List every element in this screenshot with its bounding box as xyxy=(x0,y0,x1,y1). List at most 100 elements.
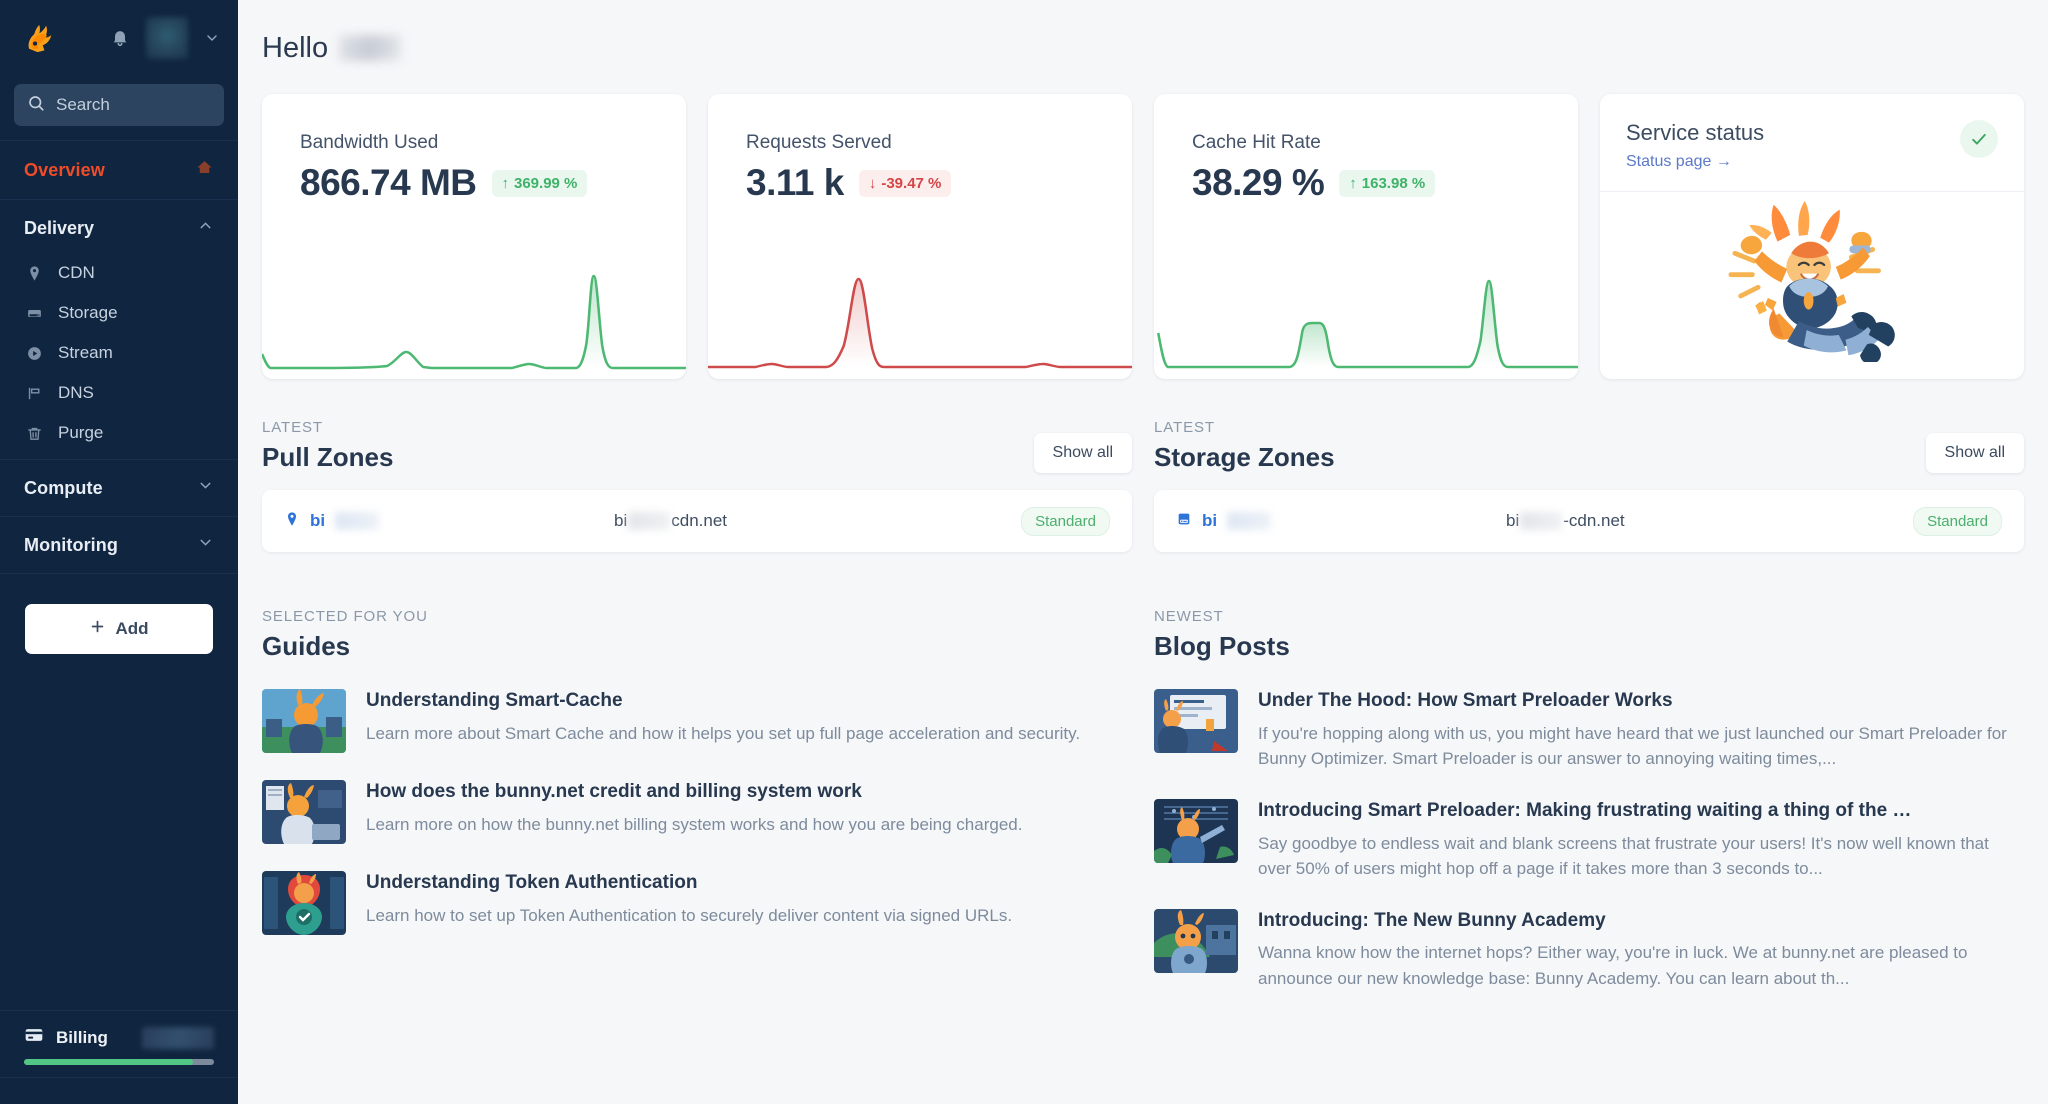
bell-icon[interactable] xyxy=(110,27,130,49)
sidebar-item-label: Overview xyxy=(24,159,105,180)
chevron-up-icon[interactable] xyxy=(197,217,214,239)
delta-value: 369.99 % xyxy=(514,174,578,192)
sidebar-item-overview[interactable]: Overview xyxy=(0,141,238,200)
main-content: Hello Bandwidth Used 866.74 MB ↑ 369.99 … xyxy=(238,0,2048,1104)
stat-title: Requests Served xyxy=(746,132,892,153)
zone-host-prefix: bi xyxy=(614,511,628,530)
list-item[interactable]: How does the bunny.net credit and billin… xyxy=(262,780,1132,844)
sparkline-chart xyxy=(1154,249,1578,379)
section-eyebrow: LATEST xyxy=(262,419,323,436)
chevron-down-icon[interactable] xyxy=(197,534,214,556)
zone-name-hidden xyxy=(1227,512,1272,530)
show-all-pull-zones-button[interactable]: Show all xyxy=(1033,433,1132,473)
guide-title[interactable]: How does the bunny.net credit and billin… xyxy=(366,780,1022,804)
stat-value-row: 3.11 k ↓ -39.47 % xyxy=(708,154,1132,204)
app-root: Search Overview Delivery CDN Storage Str… xyxy=(0,0,2048,1104)
sidebar-add-container: Add xyxy=(0,574,238,654)
chevron-down-icon[interactable] xyxy=(197,477,214,499)
credit-card-icon xyxy=(24,1025,44,1050)
section-title: Storage Zones xyxy=(1154,442,1335,472)
list-item[interactable]: Introducing: The New Bunny Academy Wanna… xyxy=(1154,908,2024,992)
guide-description: Learn more about Smart Cache and how it … xyxy=(366,723,1081,743)
guide-thumbnail xyxy=(262,780,346,844)
sidebar-item-cdn[interactable]: CDN xyxy=(0,253,238,293)
blog-description: If you're hopping along with us, you mig… xyxy=(1258,723,2007,769)
sparkline-chart xyxy=(708,249,1132,379)
blog-thumbnail xyxy=(1154,689,1238,753)
sidebar-item-label: CDN xyxy=(58,263,95,282)
storage-drive-icon xyxy=(24,303,44,323)
sidebar-group-delivery: Delivery CDN Storage Stream DNS Purge xyxy=(0,200,238,460)
section-title: Blog Posts xyxy=(1154,631,1290,661)
sparkline-chart xyxy=(262,249,686,379)
sidebar-billing[interactable]: Billing xyxy=(0,1010,238,1078)
show-all-storage-zones-button[interactable]: Show all xyxy=(1925,433,2024,473)
stat-value: 3.11 k xyxy=(746,162,844,203)
table-row[interactable]: bi bi -cdn.net Standard xyxy=(1154,490,2024,552)
section-eyebrow: LATEST xyxy=(1154,419,1215,436)
blog-title[interactable]: Introducing Smart Preloader: Making frus… xyxy=(1258,799,2018,823)
add-button-label: Add xyxy=(115,619,149,638)
page-title: Hello xyxy=(238,0,2048,74)
sidebar-item-storage[interactable]: Storage xyxy=(0,293,238,333)
section-title: Pull Zones xyxy=(262,442,394,472)
list-item[interactable]: Understanding Token Authentication Learn… xyxy=(262,871,1132,935)
chevron-down-icon[interactable] xyxy=(204,30,220,46)
sidebar-item-dns[interactable]: DNS xyxy=(0,373,238,413)
list-item[interactable]: Introducing Smart Preloader: Making frus… xyxy=(1154,798,2024,882)
zone-name-cell: bi xyxy=(1176,511,1506,532)
stat-value: 866.74 MB xyxy=(300,162,477,203)
stat-card-requests: Requests Served 3.11 k ↓ -39.47 % xyxy=(708,94,1132,379)
service-status-card: Service status Status page → xyxy=(1600,94,2024,379)
guide-thumbnail xyxy=(262,871,346,935)
sidebar-item-purge[interactable]: Purge xyxy=(0,413,238,453)
username-hidden xyxy=(339,35,402,61)
search-input[interactable]: Search xyxy=(14,84,224,126)
arrow-up-icon: ↑ xyxy=(1349,174,1357,192)
add-button[interactable]: Add xyxy=(25,604,213,654)
guide-description: Learn how to set up Token Authentication… xyxy=(366,905,1013,925)
list-item[interactable]: Understanding Smart-Cache Learn more abo… xyxy=(262,689,1132,753)
pull-zones-header: LATEST Pull Zones Show all xyxy=(262,419,1132,473)
delta-value: 163.98 % xyxy=(1361,174,1426,192)
zone-host-suffix: -cdn.net xyxy=(1563,511,1625,530)
stat-title: Bandwidth Used xyxy=(300,132,439,153)
guide-thumbnail xyxy=(262,689,346,753)
zone-name: bi xyxy=(310,511,326,530)
stat-title: Cache Hit Rate xyxy=(1192,132,1321,153)
bunny-logo-icon[interactable] xyxy=(18,17,64,59)
avatar[interactable] xyxy=(146,17,188,59)
blog-title[interactable]: Introducing: The New Bunny Academy xyxy=(1258,909,2018,933)
guide-title[interactable]: Understanding Smart-Cache xyxy=(366,689,1080,713)
stat-card-cache-hit-rate: Cache Hit Rate 38.29 % ↑ 163.98 % xyxy=(1154,94,1578,379)
sidebar-group-compute[interactable]: Compute xyxy=(0,460,238,517)
status-badge: ↑ 163.98 % xyxy=(1339,169,1436,197)
zone-hostname-cell: bi -cdn.net xyxy=(1506,511,1625,531)
list-item[interactable]: Under The Hood: How Smart Preloader Work… xyxy=(1154,689,2024,772)
status-badge: Standard xyxy=(1021,506,1110,536)
location-pin-icon xyxy=(24,263,44,283)
status-badge: ↑ 369.99 % xyxy=(491,169,588,197)
sidebar-group-monitoring[interactable]: Monitoring xyxy=(0,517,238,574)
arrow-down-icon: ↓ xyxy=(868,174,877,192)
guides-column: SELECTED FOR YOU Guides Understanding Sm… xyxy=(262,608,1132,991)
status-badge: Standard xyxy=(1913,506,2002,536)
service-status-title: Service status xyxy=(1626,120,1765,145)
status-page-link[interactable]: Status page → xyxy=(1626,153,1764,171)
home-icon xyxy=(195,158,214,182)
stat-value-row: 866.74 MB ↑ 369.99 % xyxy=(262,154,686,204)
table-row[interactable]: bi bi cdn.net Standard xyxy=(262,490,1132,552)
play-circle-icon xyxy=(24,343,44,363)
sidebar-group-delivery-header[interactable]: Delivery xyxy=(0,200,238,253)
guide-title[interactable]: Understanding Token Authentication xyxy=(366,871,1012,895)
storage-zones-header: LATEST Storage Zones Show all xyxy=(1154,419,2024,473)
sidebar-group-label: Delivery xyxy=(24,217,95,238)
section-eyebrow: NEWEST xyxy=(1154,608,1224,625)
status-badge: ↓ -39.47 % xyxy=(858,169,952,197)
greeting-text: Hello xyxy=(262,31,329,64)
arrow-up-icon: ↑ xyxy=(501,174,510,192)
stat-card-bandwidth: Bandwidth Used 866.74 MB ↑ 369.99 % xyxy=(262,94,686,379)
search-placeholder: Search xyxy=(56,95,110,114)
blog-title[interactable]: Under The Hood: How Smart Preloader Work… xyxy=(1258,689,2018,713)
sidebar-item-stream[interactable]: Stream xyxy=(0,333,238,373)
